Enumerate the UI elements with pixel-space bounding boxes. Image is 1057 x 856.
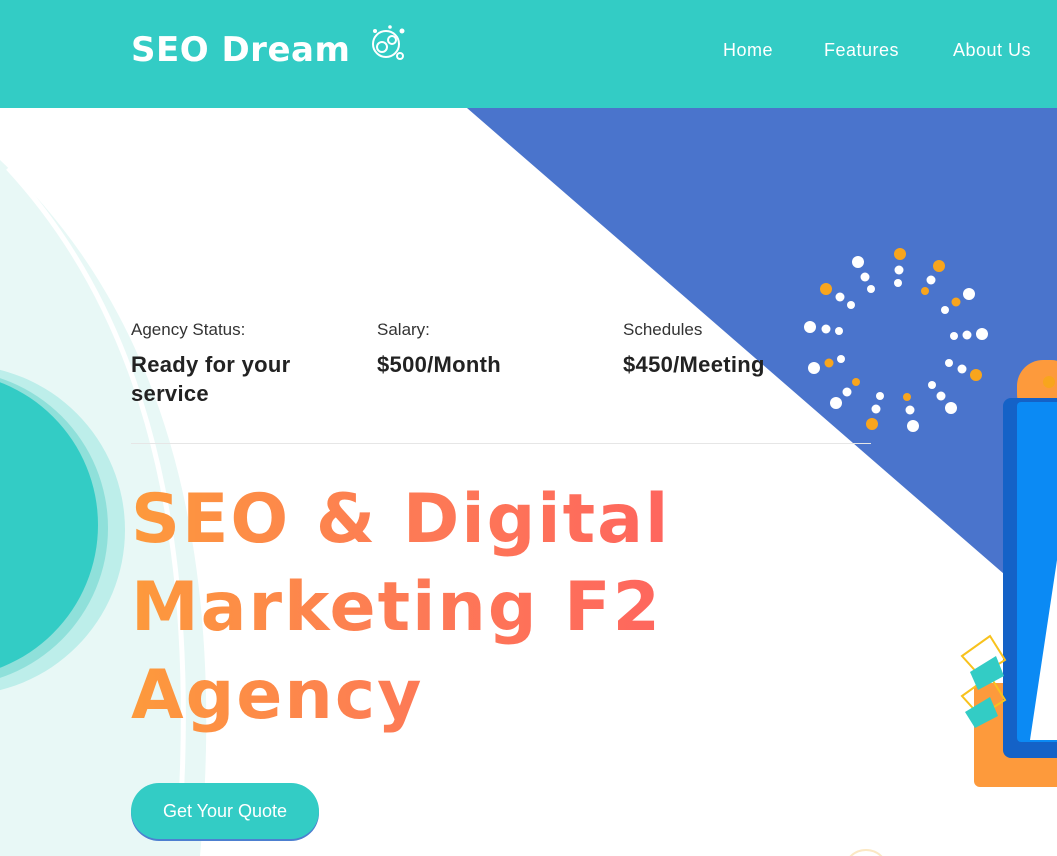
stat-label: Agency Status: bbox=[131, 320, 246, 339]
nav-features[interactable]: Features bbox=[824, 38, 899, 62]
stat-value: $500/Month bbox=[377, 352, 502, 377]
get-quote-button[interactable]: Get Your Quote bbox=[131, 783, 319, 839]
site-header: SEO Dream Home Features About Us bbox=[0, 0, 1057, 108]
stat-agency-status: Agency Status: Ready for your service bbox=[131, 318, 361, 408]
stat-value: Ready for your service bbox=[131, 352, 291, 406]
bottom-ring-decoration bbox=[849, 849, 883, 856]
main-nav: Home Features About Us bbox=[0, 38, 1057, 62]
nav-home[interactable]: Home bbox=[723, 38, 773, 62]
stat-label: Schedules bbox=[623, 320, 703, 339]
nav-about-us[interactable]: About Us bbox=[953, 38, 1031, 62]
stat-salary: Salary: $500/Month bbox=[377, 318, 607, 379]
hero-title: SEO & Digital Marketing F2 Agency bbox=[131, 476, 731, 740]
stat-schedules: Schedules $450/Meeting bbox=[623, 318, 853, 379]
stat-label: Salary: bbox=[377, 320, 430, 339]
stats-divider bbox=[131, 443, 871, 444]
stat-value: $450/Meeting bbox=[623, 352, 765, 377]
